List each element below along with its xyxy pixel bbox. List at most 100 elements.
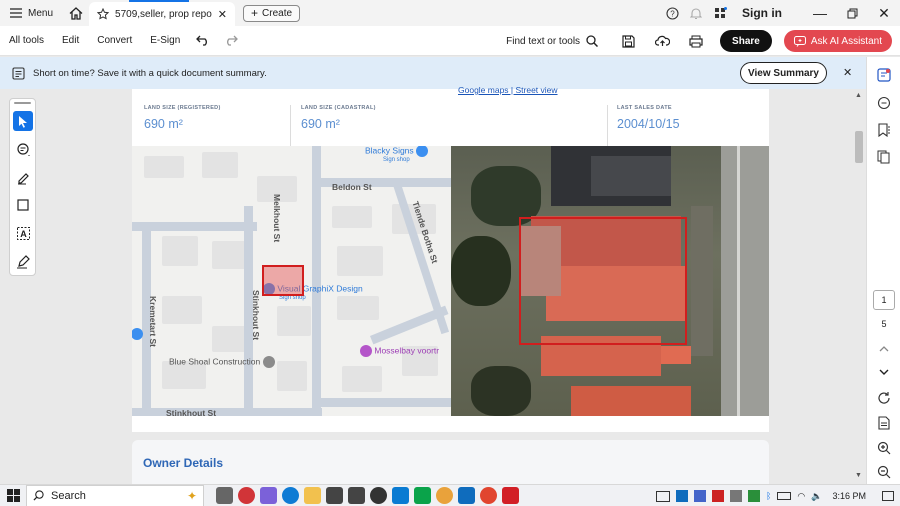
- poi-category: Sign shop: [383, 157, 410, 163]
- text-select-tool-icon[interactable]: A: [13, 223, 33, 243]
- ai-assistant-button[interactable]: Ask AI Assistant: [783, 30, 892, 52]
- select-tool-icon[interactable]: [13, 111, 33, 131]
- palette-grip[interactable]: [14, 102, 31, 104]
- tray-app-icon[interactable]: [711, 490, 724, 502]
- find-tools[interactable]: Find text or tools: [506, 35, 599, 47]
- bell-icon[interactable]: [684, 7, 708, 20]
- chrome-icon[interactable]: [436, 487, 453, 504]
- comment-icon[interactable]: [876, 95, 892, 111]
- bluetooth-icon[interactable]: ᛒ: [766, 491, 771, 501]
- wifi-icon[interactable]: ◠: [797, 491, 805, 502]
- bookmark-icon[interactable]: [876, 122, 892, 138]
- document-scrollbar[interactable]: ▲ ▼: [852, 89, 866, 484]
- apps-grid-icon[interactable]: [708, 6, 732, 20]
- page-gap: [132, 432, 769, 440]
- tray-app-icon[interactable]: [675, 490, 688, 502]
- pages-icon[interactable]: [876, 149, 892, 165]
- tray-app-icon[interactable]: [747, 490, 760, 502]
- page-number-input[interactable]: 1: [873, 290, 895, 310]
- page-view-icon[interactable]: [876, 415, 892, 431]
- draw-tool-icon[interactable]: [13, 167, 33, 187]
- ai-assistant-label: Ask AI Assistant: [810, 35, 882, 47]
- stat-land-size-registered: LAND SIZE (REGISTERED) 690 m²: [144, 105, 221, 147]
- acrobat-icon[interactable]: [502, 487, 519, 504]
- restore-icon[interactable]: [836, 8, 868, 19]
- edge-icon[interactable]: [282, 487, 299, 504]
- sparkle-icon: ✦: [186, 488, 197, 503]
- notice-close-icon[interactable]: ✕: [843, 66, 852, 79]
- main-toolbar: All tools Edit Convert E-Sign Find text …: [0, 26, 900, 56]
- app-icon[interactable]: [326, 487, 343, 504]
- chevron-down-icon[interactable]: [876, 364, 892, 380]
- system-tray: ᛒ ◠ 🔈 3:16 PM: [655, 485, 900, 506]
- app-icon[interactable]: [348, 487, 365, 504]
- toolbar-convert[interactable]: Convert: [88, 35, 141, 46]
- help-icon[interactable]: ?: [660, 6, 684, 20]
- scroll-down-icon[interactable]: ▼: [855, 472, 862, 479]
- search-icon: [586, 35, 599, 47]
- tab-close-icon[interactable]: ✕: [218, 8, 227, 21]
- undo-icon[interactable]: [189, 35, 217, 46]
- comment-tool-icon[interactable]: [13, 139, 33, 159]
- share-button[interactable]: Share: [720, 30, 772, 52]
- home-icon[interactable]: [63, 0, 89, 26]
- tray-app-icon[interactable]: [729, 490, 742, 502]
- create-button[interactable]: + Create: [243, 4, 301, 22]
- save-icon[interactable]: [614, 34, 642, 48]
- poi-pin-icon: [360, 345, 372, 357]
- windows-start-icon[interactable]: [0, 489, 26, 502]
- tray-app-icon[interactable]: [655, 490, 670, 502]
- outlook-icon[interactable]: [458, 487, 475, 504]
- taskbar-search[interactable]: Search ✦: [26, 484, 204, 506]
- find-label: Find text or tools: [506, 35, 581, 47]
- app-icon[interactable]: [392, 487, 409, 504]
- file-explorer-icon[interactable]: [304, 487, 321, 504]
- taskbar: Search ✦ ᛒ ◠ 🔈 3:16 PM: [0, 484, 900, 506]
- menu-label: Menu: [28, 7, 54, 19]
- redo-icon[interactable]: [217, 35, 245, 46]
- poi-name: Mosselbay voortr: [374, 345, 440, 356]
- poi-blue-shoal[interactable]: Blue Shoal Construction: [169, 356, 275, 368]
- summary-panel-icon[interactable]: [876, 67, 892, 83]
- stamp-tool-icon[interactable]: [13, 251, 33, 271]
- scrollbar-thumb[interactable]: [855, 131, 863, 163]
- app-icon[interactable]: [238, 487, 255, 504]
- shape-tool-icon[interactable]: [13, 195, 33, 215]
- poi-blacky-signs[interactable]: Blacky Signs Sign shop: [365, 146, 429, 163]
- cloud-upload-icon[interactable]: [648, 35, 676, 47]
- app-icon[interactable]: [414, 487, 431, 504]
- menu-button[interactable]: Menu: [0, 0, 63, 26]
- star-icon[interactable]: [97, 8, 110, 20]
- clock[interactable]: 3:16 PM: [832, 491, 866, 501]
- battery-icon[interactable]: [777, 492, 792, 500]
- plus-icon: +: [251, 6, 259, 20]
- volume-icon[interactable]: 🔈: [811, 491, 822, 502]
- taskbar-search-label: Search: [51, 489, 86, 502]
- toolbar-edit[interactable]: Edit: [53, 35, 88, 46]
- street-label-kremetart: Kremetart St: [148, 296, 158, 348]
- print-icon[interactable]: [682, 35, 710, 48]
- zoom-in-icon[interactable]: [876, 440, 892, 456]
- stat-value: 690 m²: [144, 117, 183, 131]
- toolbar-esign[interactable]: E-Sign: [141, 35, 189, 46]
- owner-details-title: Owner Details: [143, 456, 224, 470]
- minimize-icon[interactable]: —: [804, 5, 836, 21]
- poi-pin-icon: [262, 356, 275, 368]
- chevron-up-icon[interactable]: [876, 341, 892, 357]
- document-tab[interactable]: 5709,seller, prop report... ✕: [89, 0, 236, 26]
- window-close-icon[interactable]: ✕: [868, 5, 900, 22]
- app-icon[interactable]: [260, 487, 277, 504]
- notification-icon[interactable]: [882, 491, 894, 501]
- chrome-icon[interactable]: [480, 487, 497, 504]
- scroll-up-icon[interactable]: ▲: [855, 92, 862, 99]
- task-view-icon[interactable]: [216, 487, 233, 504]
- sign-in-button[interactable]: Sign in: [742, 6, 782, 20]
- toolbar-all-tools[interactable]: All tools: [0, 35, 53, 46]
- view-summary-button[interactable]: View Summary: [740, 62, 827, 84]
- tray-app-icon[interactable]: [693, 490, 706, 502]
- zoom-out-icon[interactable]: [876, 464, 892, 480]
- rotate-icon[interactable]: [876, 390, 892, 406]
- map-links[interactable]: Google maps | Street view: [458, 85, 558, 95]
- poi-mosselbay[interactable]: Mosselbay voortr: [360, 345, 439, 357]
- app-icon[interactable]: [370, 487, 387, 504]
